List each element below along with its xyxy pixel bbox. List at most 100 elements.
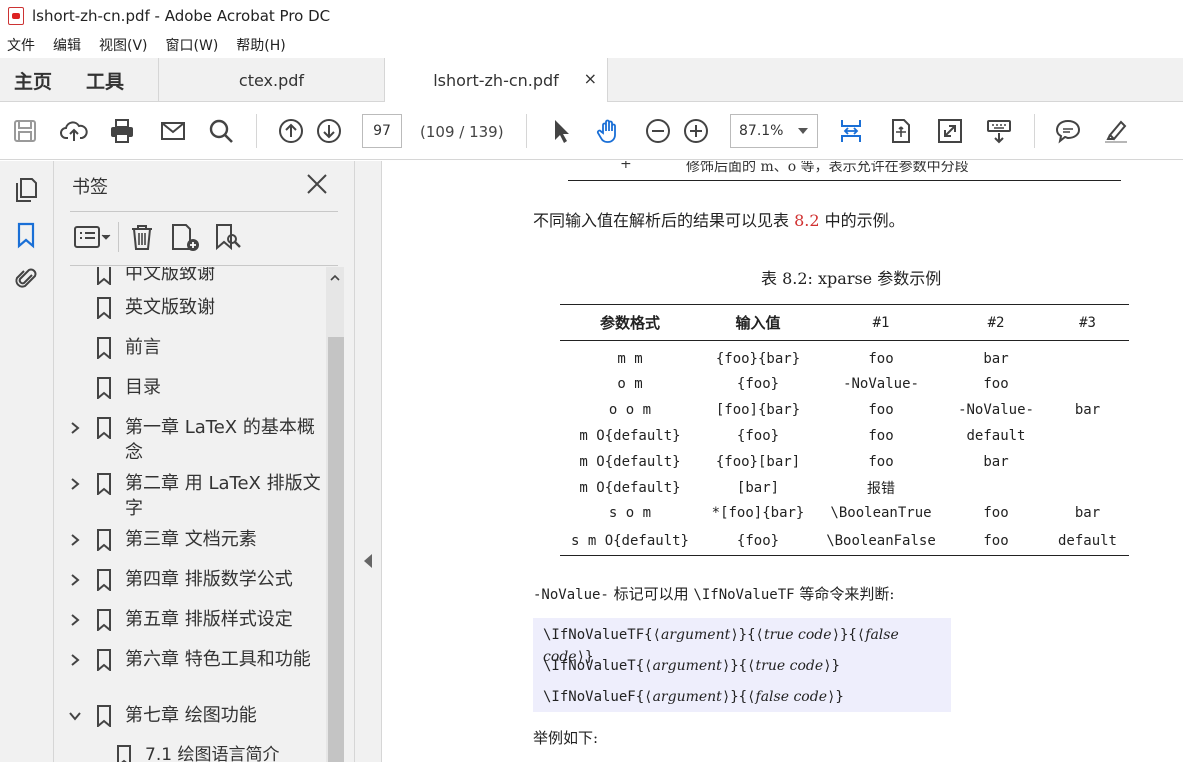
tab-ctex-pdf[interactable]: ctex.pdf bbox=[158, 58, 384, 102]
table-cell: m O{default} bbox=[579, 453, 681, 470]
bookmark-item[interactable]: 中文版致谢 bbox=[54, 267, 326, 286]
bookmark-label: 第三章 文档元素 bbox=[125, 529, 257, 550]
menu-window[interactable]: 窗口(W) bbox=[166, 35, 219, 55]
chevron-down-icon bbox=[798, 128, 808, 134]
zoom-out-icon[interactable] bbox=[643, 116, 673, 146]
next-page-icon[interactable] bbox=[314, 116, 344, 146]
zoom-value: 87.1% bbox=[739, 123, 784, 139]
bookmark-item[interactable]: 英文版致谢 bbox=[54, 295, 326, 320]
bookmark-label: 第四章 排版数学公式 bbox=[125, 569, 293, 590]
table-cell bbox=[1046, 449, 1129, 475]
cloud-upload-icon[interactable] bbox=[59, 116, 89, 146]
table-row: s m O{default} {foo} \BooleanFalse foo d… bbox=[560, 526, 1129, 556]
select-cursor-icon[interactable] bbox=[546, 116, 576, 146]
table-cell: \BooleanTrue bbox=[830, 505, 932, 522]
table-row: m O{default} {foo}[bar] foo bar bbox=[560, 449, 1129, 475]
bookmark-icon bbox=[97, 473, 111, 495]
paragraph: 不同输入值在解析后的结果可以见表 8.2 中的示例。 bbox=[533, 207, 905, 231]
search-icon[interactable] bbox=[206, 116, 236, 146]
table-row: m m {foo}{bar} foo bar bbox=[560, 341, 1129, 372]
text: 标记可以用 bbox=[608, 585, 694, 603]
mail-icon[interactable] bbox=[158, 116, 188, 146]
bookmarks-panel: 书签 中文版致谢 英文版致谢 前言 目录 第一章 LaTeX 的基本概念 第二章… bbox=[54, 161, 354, 762]
bookmark-item[interactable]: 第三章 文档元素 bbox=[54, 527, 326, 552]
table-cell: {foo} bbox=[700, 526, 816, 556]
chevron-right-icon[interactable] bbox=[68, 421, 82, 435]
bookmark-item[interactable]: 第七章 绘图功能 bbox=[54, 703, 326, 728]
zoom-select[interactable]: 87.1% bbox=[730, 114, 818, 148]
hand-tool-icon[interactable] bbox=[594, 116, 624, 146]
menu-help[interactable]: 帮助(H) bbox=[236, 35, 285, 55]
table-reference-link[interactable]: 8.2 bbox=[794, 211, 819, 230]
bookmark-item[interactable]: 目录 bbox=[54, 375, 326, 400]
code-command: \IfNoValueTF bbox=[543, 627, 645, 643]
column-header: 输入值 bbox=[700, 304, 816, 341]
menu-view[interactable]: 视图(V) bbox=[99, 35, 148, 55]
panel-splitter[interactable] bbox=[354, 161, 382, 762]
full-screen-icon[interactable] bbox=[935, 116, 965, 146]
menu-file[interactable]: 文件 bbox=[7, 35, 35, 55]
attachment-icon[interactable] bbox=[12, 264, 40, 292]
table-cell: foo bbox=[946, 526, 1046, 556]
text: 中的示例。 bbox=[819, 211, 905, 230]
options-menu-icon[interactable] bbox=[72, 222, 112, 252]
chevron-right-icon[interactable] bbox=[68, 613, 82, 627]
chevron-right-icon[interactable] bbox=[68, 573, 82, 587]
text: 不同输入值在解析后的结果可以见表 bbox=[533, 211, 795, 230]
table-row: o o m [foo]{bar} foo -NoValue- bar bbox=[560, 397, 1129, 423]
new-bookmark-icon[interactable] bbox=[169, 222, 203, 252]
bookmark-list: 中文版致谢 英文版致谢 前言 目录 第一章 LaTeX 的基本概念 第二章 用 … bbox=[54, 267, 326, 762]
collapse-panel-icon[interactable] bbox=[364, 554, 372, 568]
scrollbar-thumb[interactable] bbox=[328, 337, 344, 762]
tab-close-icon[interactable]: × bbox=[584, 69, 597, 88]
zoom-in-icon[interactable] bbox=[681, 116, 711, 146]
find-bookmark-icon[interactable] bbox=[213, 222, 245, 252]
bookmark-item[interactable]: 前言 bbox=[54, 335, 326, 360]
table-cell: default bbox=[1046, 526, 1129, 556]
bookmark-item[interactable]: 第二章 用 LaTeX 排版文字 bbox=[54, 471, 326, 521]
bookmark-item[interactable]: 第一章 LaTeX 的基本概念 bbox=[54, 415, 326, 465]
bookmark-label: 目录 bbox=[125, 377, 161, 398]
bookmark-item[interactable]: 第六章 特色工具和功能 bbox=[54, 647, 326, 697]
code-arg: true code bbox=[755, 658, 824, 674]
keyboard-scroll-icon[interactable] bbox=[984, 116, 1014, 146]
menu-edit[interactable]: 编辑 bbox=[53, 35, 81, 55]
rotate-page-icon[interactable] bbox=[886, 116, 916, 146]
page-number-input[interactable]: 97 bbox=[362, 114, 402, 148]
bookmark-item[interactable]: 第四章 排版数学公式 bbox=[54, 567, 326, 592]
table-cell: m m bbox=[617, 351, 643, 368]
bookmark-item[interactable]: 第五章 排版样式设定 bbox=[54, 607, 326, 632]
toolbar bbox=[0, 102, 1183, 160]
tab-lshort-pdf[interactable]: lshort-zh-cn.pdf × bbox=[384, 58, 608, 103]
chevron-right-icon[interactable] bbox=[68, 533, 82, 547]
tab-home[interactable]: 主页 bbox=[14, 67, 52, 94]
bookmark-item[interactable]: 7.1 绘图语言简介 bbox=[54, 743, 326, 762]
save-icon[interactable] bbox=[10, 116, 40, 146]
scroll-up-icon[interactable] bbox=[330, 273, 340, 283]
table-cell: bar bbox=[1074, 505, 1101, 522]
table-cell: foo bbox=[983, 376, 1009, 393]
comment-icon[interactable] bbox=[1053, 116, 1083, 146]
code-block: \IfNoValueTF{⟨argument⟩}{⟨true code⟩}{⟨f… bbox=[533, 618, 951, 712]
column-header: 参数格式 bbox=[560, 304, 700, 341]
fit-width-scroll-icon[interactable] bbox=[836, 116, 866, 146]
highlight-pen-icon[interactable] bbox=[1101, 116, 1131, 146]
previous-page-icon[interactable] bbox=[276, 116, 306, 146]
navigation-rail bbox=[0, 161, 54, 762]
print-icon[interactable] bbox=[107, 116, 137, 146]
bookmark-icon bbox=[97, 705, 111, 727]
table-row: s o m *[foo]{bar} \BooleanTrue foo bar bbox=[560, 500, 1129, 526]
bookmark-panel-icon[interactable] bbox=[12, 221, 40, 249]
table-cell: {foo}{bar} bbox=[715, 351, 801, 368]
menu-bar: 文件 编辑 视图(V) 窗口(W) 帮助(H) bbox=[0, 32, 1183, 58]
chevron-down-icon[interactable] bbox=[68, 709, 82, 723]
chevron-right-icon[interactable] bbox=[68, 477, 82, 491]
bookmark-icon bbox=[97, 267, 111, 285]
table-cell: {foo} bbox=[736, 376, 780, 393]
pages-thumbnail-icon[interactable] bbox=[12, 175, 40, 203]
tab-tools[interactable]: 工具 bbox=[86, 67, 124, 94]
chevron-right-icon[interactable] bbox=[68, 653, 82, 667]
table-row: m O{default} [bar] 报错 bbox=[560, 475, 1129, 501]
close-icon[interactable] bbox=[304, 171, 330, 197]
delete-trash-icon[interactable] bbox=[127, 222, 157, 252]
